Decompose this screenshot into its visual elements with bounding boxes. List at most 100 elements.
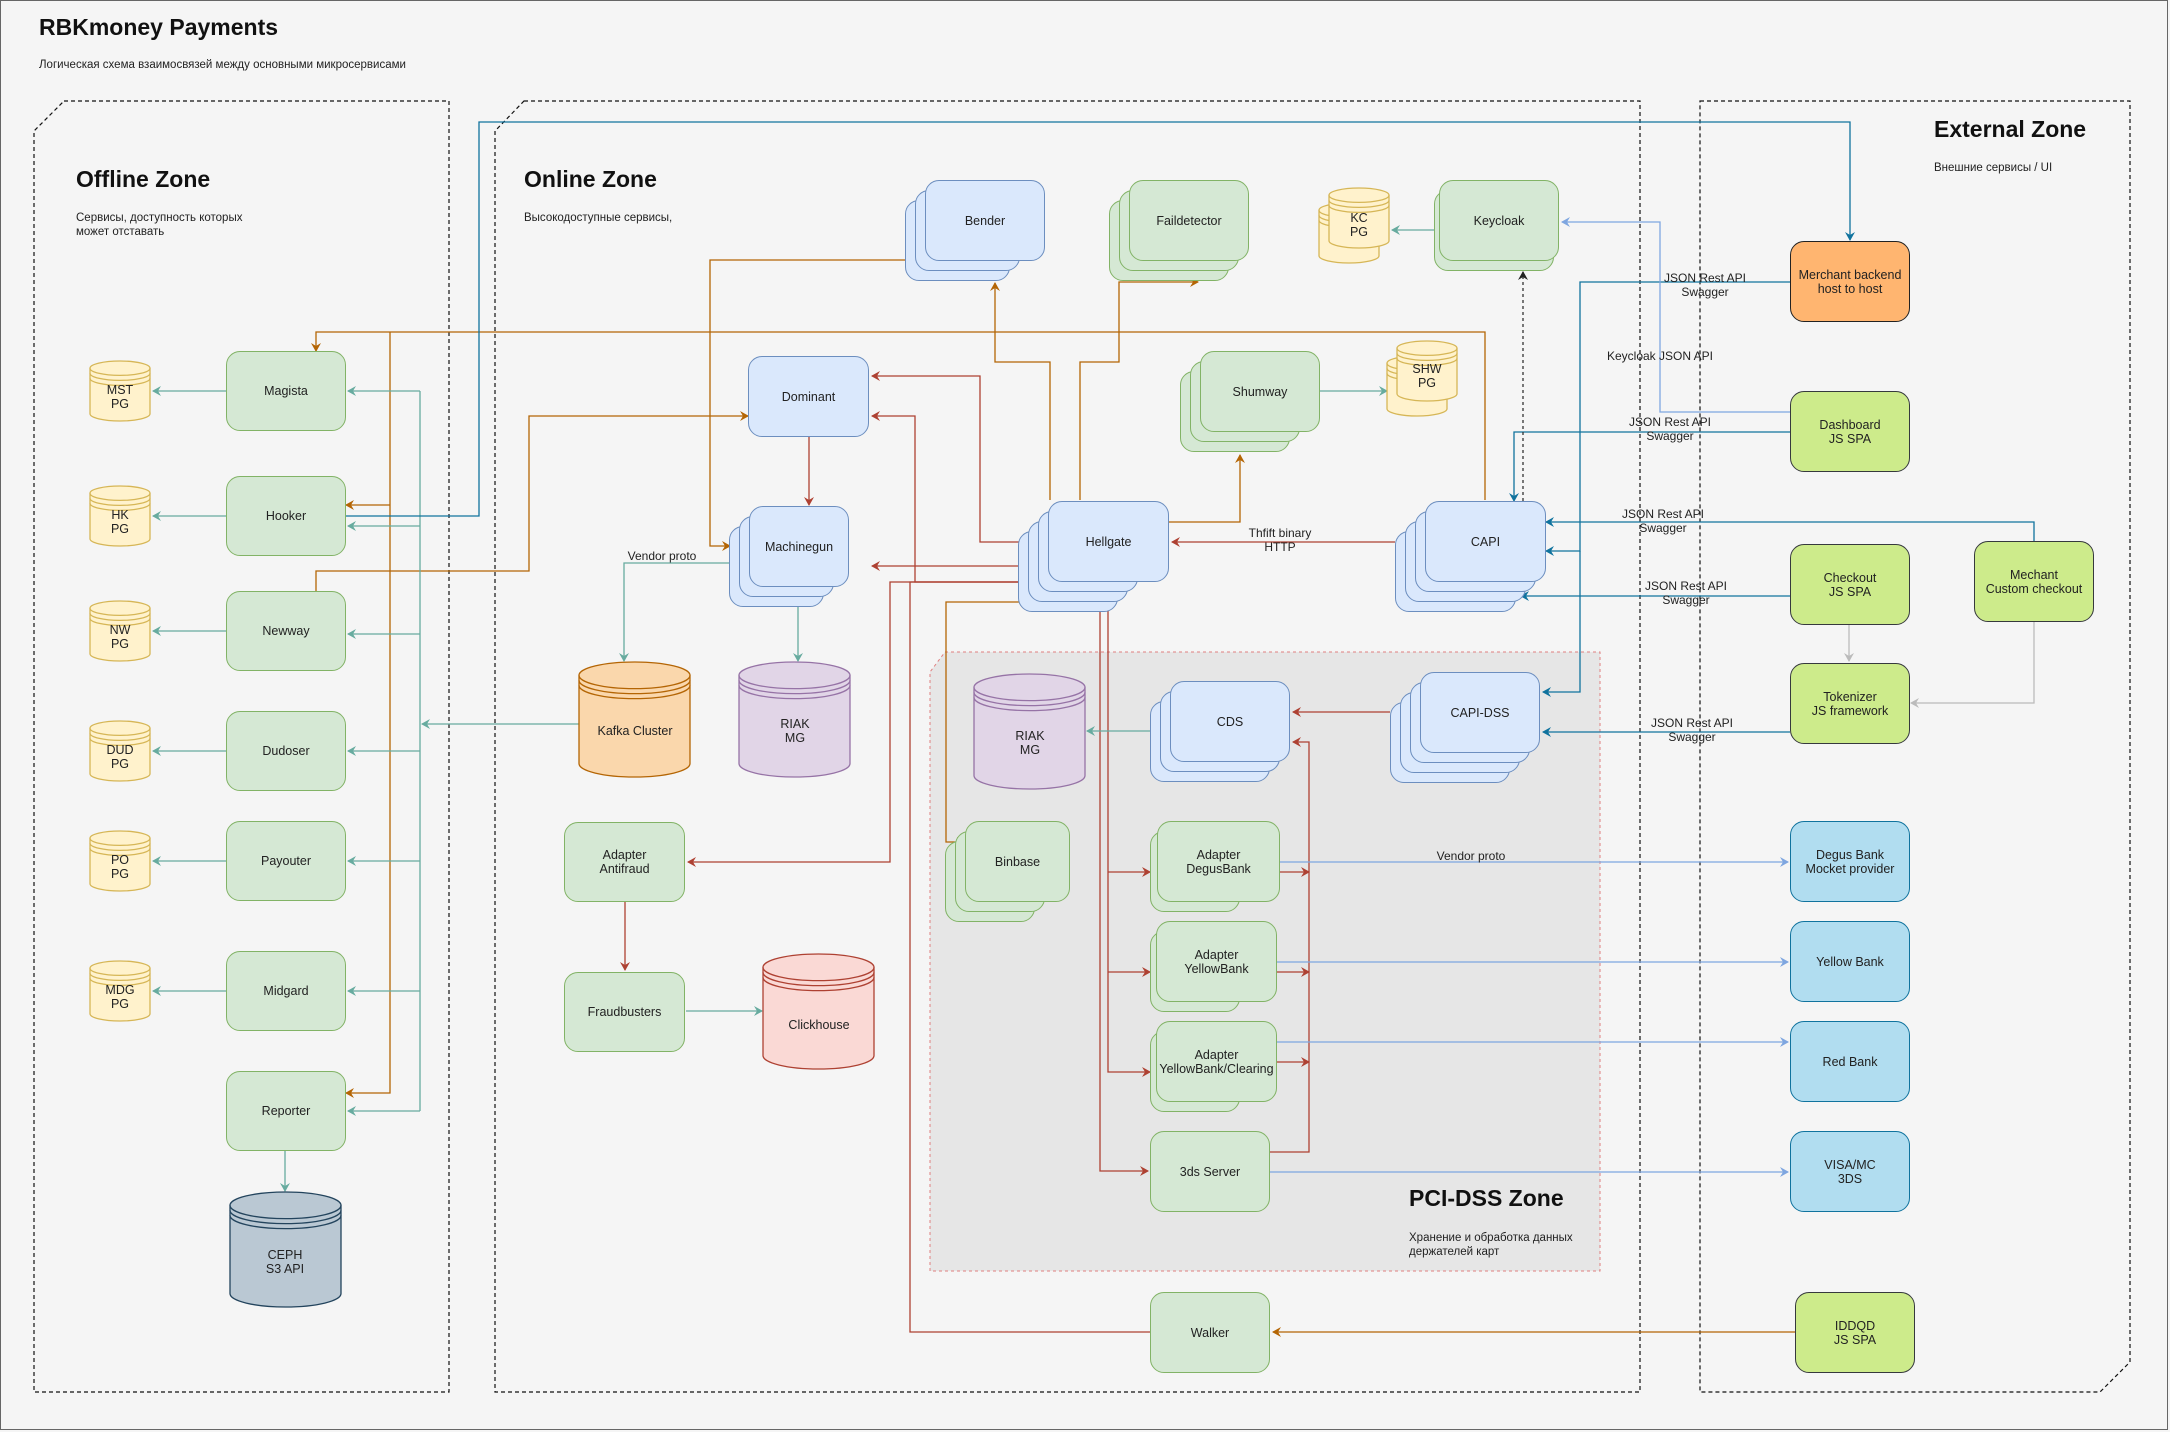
service-binbase[interactable]: Binbase (945, 821, 1085, 922)
service-hellgate[interactable]: Hellgate (1018, 501, 1169, 612)
service-label: Magista (264, 384, 308, 398)
ext-label: Yellow Bank (1816, 954, 1884, 969)
service-label: Dudoser (262, 744, 310, 758)
edge-label-thrift: Thfift binary HTTP (1248, 526, 1312, 554)
service-reporter[interactable]: Reporter (226, 1071, 346, 1151)
db-kc-pg-label: KC PG (1349, 211, 1369, 239)
pci-zone-title: PCI-DSS Zone (1409, 1185, 1564, 1211)
ext-tokenizer[interactable]: Tokenizer JS framework (1790, 663, 1910, 744)
ext-merchant-custom-checkout[interactable]: Mechant Custom checkout (1974, 541, 2094, 622)
service-adapter-antifraud[interactable]: Adapter Antifraud (564, 822, 685, 902)
service-label: Keycloak (1473, 213, 1525, 228)
ext-label: Dashboard JS SPA (1819, 417, 1881, 446)
ext-label: IDDQD JS SPA (1833, 1318, 1877, 1347)
ext-yellow-bank[interactable]: Yellow Bank (1790, 921, 1910, 1002)
service-dudoser[interactable]: Dudoser (226, 711, 346, 791)
service-machinegun[interactable]: Machinegun (729, 506, 869, 607)
service-bender[interactable]: Bender (905, 180, 1045, 281)
page-title: RBKmoney Payments (39, 14, 279, 40)
service-label: Machinegun (764, 539, 834, 554)
service-label: Adapter Antifraud (599, 848, 650, 876)
edge-custom-checkout-to-tokenizer (1910, 622, 2035, 708)
service-label: Binbase (994, 854, 1041, 869)
external-zone-boundary (1699, 100, 2131, 1393)
service-keycloak[interactable]: Keycloak (1434, 180, 1559, 271)
service-fraudbusters[interactable]: Fraudbusters (564, 972, 685, 1052)
service-label: Hellgate (1085, 534, 1132, 549)
db-kafka-label: Kafka Cluster (597, 724, 673, 738)
service-label: CDS (1216, 714, 1244, 729)
online-zone-title: Online Zone (524, 166, 657, 192)
service-payouter[interactable]: Payouter (226, 821, 346, 901)
service-dominant[interactable]: Dominant (748, 356, 869, 437)
edge-label-custom-checkout-capi: JSON Rest API Swagger (1621, 507, 1705, 535)
service-label: 3ds Server (1179, 1164, 1241, 1179)
db-ceph-label: CEPH S3 API (265, 1248, 305, 1276)
ext-label: Tokenizer JS framework (1811, 689, 1889, 718)
edge-label-keycloak-json: Keycloak JSON API (1606, 349, 1714, 363)
edge-hellgate-to-shumway (1168, 454, 1245, 523)
ext-dashboard[interactable]: Dashboard JS SPA (1790, 391, 1910, 472)
db-riak-mg-pci-label: RIAK MG (1015, 729, 1045, 757)
page-subtitle: Логическая схема взаимосвязей между осно… (39, 59, 406, 71)
db-po-pg-label: PO PG (110, 853, 130, 881)
ext-red-bank[interactable]: Red Bank (1790, 1021, 1910, 1102)
service-label: CAPI (1470, 534, 1501, 549)
offline-zone-desc: Сервисы, доступность которых может отста… (76, 212, 243, 238)
db-clickhouse-label: Clickhouse (788, 1018, 850, 1032)
service-capi[interactable]: CAPI (1395, 501, 1546, 612)
ext-label: Merchant backend host to host (1798, 267, 1902, 296)
service-capi-dss[interactable]: CAPI-DSS (1390, 672, 1540, 783)
service-adapter-degusbank[interactable]: Adapter DegusBank (1150, 821, 1280, 912)
ext-merchant-backend[interactable]: Merchant backend host to host (1790, 241, 1910, 322)
service-shumway[interactable]: Shumway (1180, 351, 1320, 452)
service-label: Adapter DegusBank (1186, 847, 1251, 876)
online-zone-desc: Высокодоступные сервисы, (524, 212, 673, 224)
ext-visa-mc[interactable]: VISA/MC 3DS (1790, 1131, 1910, 1212)
service-label: Faildetector (1156, 213, 1222, 228)
service-3ds-server[interactable]: 3ds Server (1150, 1131, 1270, 1212)
service-label: Dominant (781, 389, 836, 404)
external-zone-title: External Zone (1934, 116, 2087, 142)
service-label: Adapter YellowBank/Clearing (1159, 1047, 1274, 1076)
ext-degus-bank[interactable]: Degus Bank Mocket provider (1790, 821, 1910, 902)
edge-label-checkout-capi: JSON Rest API Swagger (1644, 579, 1728, 607)
service-label: Newway (262, 624, 310, 638)
edge-trunk-hooker (345, 332, 391, 1098)
ext-checkout[interactable]: Checkout JS SPA (1790, 544, 1910, 625)
service-label: Shumway (1232, 384, 1288, 399)
ext-label: VISA/MC 3DS (1824, 1157, 1876, 1186)
service-label: Adapter YellowBank (1184, 947, 1249, 976)
service-hooker[interactable]: Hooker (226, 476, 346, 556)
edge-machinegun-to-kafka (619, 562, 729, 662)
db-kafka[interactable] (578, 661, 691, 778)
ext-label: Degus Bank Mocket provider (1805, 847, 1895, 876)
service-adapter-yellowbank[interactable]: Adapter YellowBank (1150, 921, 1277, 1012)
db-dud-pg-label: DUD PG (106, 743, 134, 771)
edge-label-vendor-proto-bank: Vendor proto (1436, 849, 1506, 863)
service-walker[interactable]: Walker (1150, 1292, 1270, 1373)
ext-label: Checkout JS SPA (1823, 570, 1877, 599)
ext-label: Red Bank (1822, 1054, 1878, 1069)
service-faildetector[interactable]: Faildetector (1109, 180, 1249, 281)
ext-iddqd[interactable]: IDDQD JS SPA (1795, 1292, 1915, 1373)
service-label: Hooker (265, 509, 307, 523)
service-label: Payouter (260, 854, 312, 868)
service-cds[interactable]: CDS (1150, 681, 1290, 782)
db-clickhouse[interactable] (762, 953, 875, 1070)
db-mst-pg-label: MST PG (106, 383, 134, 411)
edge-label-dashboard-capi: JSON Rest API Swagger (1628, 415, 1712, 443)
ext-label: Mechant Custom checkout (1985, 567, 2083, 596)
offline-zone-title: Offline Zone (76, 166, 211, 192)
service-newway[interactable]: Newway (226, 591, 346, 671)
service-adapter-yellowbank-clearing[interactable]: Adapter YellowBank/Clearing (1150, 1021, 1277, 1112)
pci-zone-desc: Хранение и обработка данных держателей к… (1409, 1232, 1573, 1258)
edge-hellgate-to-bender (990, 282, 1051, 500)
service-label: Walker (1190, 1325, 1230, 1340)
service-midgard[interactable]: Midgard (226, 951, 346, 1031)
service-label: CAPI-DSS (1450, 705, 1510, 720)
service-label: Midgard (263, 984, 309, 998)
service-label: Fraudbusters (587, 1005, 662, 1019)
external-zone-desc: Внешние сервисы / UI (1934, 162, 2053, 174)
service-magista[interactable]: Magista (226, 351, 346, 431)
